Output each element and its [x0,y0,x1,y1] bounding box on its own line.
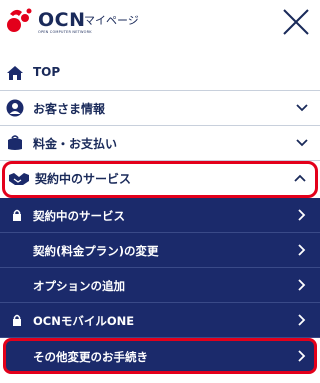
menu-item-customer-info[interactable]: お客さま情報 [0,91,320,126]
menu-item-label: お客さま情報 [33,102,106,116]
chevron-right-icon [298,244,306,256]
chevron-up-icon [294,174,306,182]
submenu-item-other-procedures[interactable]: その他変更のお手続き [3,338,317,374]
chevron-right-icon [298,314,306,326]
lock-icon [13,209,21,221]
menu-item-label: TOP [33,65,61,79]
submenu-item-contracted-services[interactable]: 契約中のサービス [0,198,320,233]
menu-item-label: 契約中のサービス [35,172,132,186]
menu-item-billing[interactable]: 料金・お支払い [0,126,320,161]
submenu-item-plan-change[interactable]: 契約(料金プラン)の変更 [0,233,320,268]
handshake-icon [9,173,29,185]
chevron-right-icon [298,279,306,291]
wallet-icon [8,135,22,150]
side-menu: TOP お客さま情報 料金・お支払い 契約中のサービス 契約中のサービス 契約(… [0,56,320,374]
submenu-item-label: OCNモバイルONE [33,314,135,328]
user-icon [6,99,24,117]
menu-item-contracted-services[interactable]: 契約中のサービス [2,161,318,198]
logo-text: OCN [38,9,86,31]
chevron-right-icon [298,350,306,362]
header: OCN OPEN COMPUTER NETWORK マイページ [0,0,320,44]
logo-subtext: OPEN COMPUTER NETWORK [38,30,92,34]
submenu-item-label: 契約(料金プラン)の変更 [33,244,159,258]
submenu-item-label: 契約中のサービス [33,209,125,223]
close-icon[interactable] [280,6,312,38]
chevron-down-icon [296,104,308,112]
submenu-item-label: オプションの追加 [33,279,125,293]
chevron-down-icon [296,139,308,147]
submenu-item-ocn-mobile-one[interactable]: OCNモバイルONE [0,303,320,338]
menu-item-top[interactable]: TOP [0,56,320,91]
menu-item-label: 料金・お支払い [33,137,118,151]
home-icon [7,66,23,80]
chevron-right-icon [298,209,306,221]
lock-icon [13,314,21,326]
page-title: マイページ [84,14,139,27]
submenu-item-add-option[interactable]: オプションの追加 [0,268,320,303]
submenu-item-label: その他変更のお手続き [33,350,148,364]
ocn-logo-mark-icon [7,8,32,32]
